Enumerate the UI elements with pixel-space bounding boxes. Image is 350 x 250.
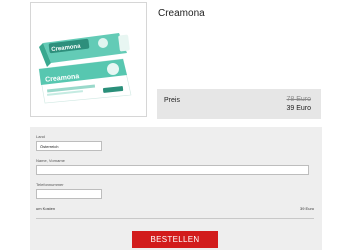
price-label: Preis: [164, 97, 180, 104]
box-graphic: Creamona: [38, 58, 132, 104]
country-select[interactable]: Österreich: [36, 141, 102, 151]
product-illustration: Creamona Creamona: [38, 33, 132, 104]
country-label: Land: [36, 134, 45, 139]
phone-label: Telefonnummer: [36, 182, 64, 187]
summary-value: 39 Euro: [299, 206, 314, 211]
old-price: 78 Euro: [286, 96, 311, 103]
summary-label: um Kosten: [36, 206, 56, 211]
order-form: Land Österreich Name, Vorname Telefonnum…: [30, 127, 322, 250]
name-input[interactable]: [36, 165, 309, 175]
price-box: Preis 78 Euro 39 Euro: [157, 89, 321, 119]
new-price: 39 Euro: [286, 105, 311, 112]
order-button[interactable]: BESTELLEN: [132, 231, 218, 248]
name-label: Name, Vorname: [36, 158, 65, 163]
phone-input[interactable]: [36, 189, 102, 199]
divider: [36, 218, 314, 219]
product-title: Creamona: [158, 8, 205, 19]
product-image: Creamona Creamona: [30, 2, 147, 117]
